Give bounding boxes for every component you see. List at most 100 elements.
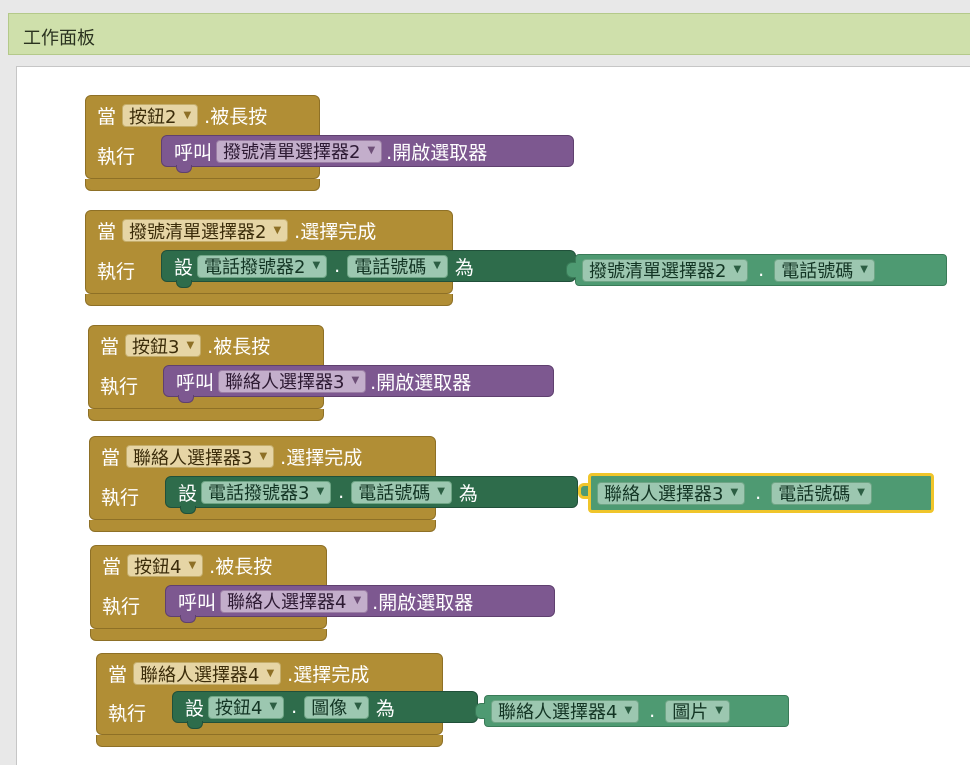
component-dropdown[interactable]: 按鈕2 ▼	[122, 104, 199, 128]
component-dropdown[interactable]: 撥號清單選擇器2 ▼	[122, 219, 289, 243]
dropdown-value: 聯絡人選擇器3	[133, 447, 253, 469]
dropdown-value: 電話號碼	[354, 257, 427, 278]
dropdown-value: 電話撥號器2	[204, 257, 306, 278]
event-name: .被長按	[209, 556, 273, 578]
to-keyword: 為	[458, 482, 478, 505]
property-dropdown[interactable]: 電話號碼 ▼	[351, 480, 452, 504]
connector-notch	[178, 395, 194, 403]
chevron-down-icon: ▼	[367, 145, 376, 156]
set-keyword: 設	[185, 697, 205, 720]
component-dropdown[interactable]: 聯絡人選擇器3 ▼	[218, 369, 367, 393]
chevron-down-icon: ▼	[269, 701, 278, 712]
call-block-open[interactable]: 呼叫 聯絡人選擇器3 ▼ .開啟選取器	[163, 365, 554, 403]
chevron-down-icon: ▼	[437, 486, 445, 497]
dropdown-value: 電話號碼	[358, 483, 431, 504]
chevron-down-icon: ▼	[353, 595, 362, 606]
event-block-foot	[85, 179, 320, 191]
property-dropdown[interactable]: 電話號碼 ▼	[347, 254, 448, 278]
call-keyword: 呼叫	[176, 371, 215, 394]
when-keyword: 當	[108, 664, 128, 686]
connector-plug	[578, 483, 588, 499]
dropdown-value: 按鈕4	[215, 698, 263, 719]
connector-plug	[475, 703, 485, 719]
connector-notch	[176, 165, 192, 173]
do-keyword: 執行	[100, 376, 139, 398]
call-block-open[interactable]: 呼叫 撥號清單選擇器2 ▼ .開啟選取器	[161, 135, 574, 173]
getter-block-phone-number[interactable]: 撥號清單選擇器2 ▼ . 電話號碼 ▼	[566, 254, 947, 286]
chevron-down-icon: ▼	[351, 375, 360, 386]
connector-notch	[176, 280, 192, 288]
chevron-down-icon: ▼	[259, 450, 268, 462]
dropdown-value: 聯絡人選擇器4	[227, 592, 347, 613]
call-block-open[interactable]: 呼叫 聯絡人選擇器4 ▼ .開啟選取器	[165, 585, 555, 623]
component-dropdown[interactable]: 電話撥號器3 ▼	[201, 480, 332, 504]
component-dropdown[interactable]: 聯絡人選擇器4 ▼	[220, 589, 369, 613]
event-name: .選擇完成	[294, 221, 377, 243]
when-keyword: 當	[97, 106, 117, 128]
component-dropdown[interactable]: 聯絡人選擇器3 ▼	[597, 481, 746, 505]
event-name: .被長按	[204, 106, 268, 128]
getter-block-phone-number-selected[interactable]: 聯絡人選擇器3 ▼ . 電話號碼 ▼	[578, 473, 934, 513]
do-keyword: 執行	[101, 487, 140, 509]
dropdown-value: 聯絡人選擇器4	[140, 664, 260, 686]
chevron-down-icon: ▼	[312, 260, 321, 271]
event-block-foot	[89, 520, 436, 532]
dropdown-value: 聯絡人選擇器3	[604, 484, 724, 505]
dropdown-value: 圖像	[311, 698, 348, 719]
call-keyword: 呼叫	[178, 591, 217, 614]
event-name: .選擇完成	[280, 447, 363, 469]
when-keyword: 當	[102, 556, 122, 578]
set-block-phone-number[interactable]: 設 電話撥號器2 ▼ . 電話號碼 ▼ 為	[161, 250, 576, 288]
to-keyword: 為	[375, 697, 395, 720]
workspace-panel-header: 工作面板	[8, 13, 970, 55]
property-dropdown[interactable]: 圖片 ▼	[665, 699, 730, 723]
property-dropdown[interactable]: 電話號碼 ▼	[771, 481, 872, 505]
getter-block-picture[interactable]: 聯絡人選擇器4 ▼ . 圖片 ▼	[475, 695, 789, 727]
dot-separator: .	[338, 481, 345, 503]
chevron-down-icon: ▼	[354, 701, 362, 712]
chevron-down-icon: ▼	[266, 667, 275, 679]
chevron-down-icon: ▼	[624, 705, 633, 716]
chevron-down-icon: ▼	[733, 264, 742, 275]
when-keyword: 當	[100, 336, 120, 358]
method-name: .開啟選取器	[372, 591, 474, 614]
dot-separator: .	[755, 482, 762, 504]
component-dropdown[interactable]: 按鈕3 ▼	[125, 334, 202, 358]
component-dropdown[interactable]: 聯絡人選擇器4 ▼	[133, 662, 282, 686]
method-name: .開啟選取器	[386, 141, 488, 164]
dropdown-value: 撥號清單選擇器2	[129, 221, 267, 243]
event-name: .被長按	[207, 336, 271, 358]
method-name: .開啟選取器	[370, 371, 472, 394]
event-name: .選擇完成	[287, 664, 370, 686]
property-dropdown[interactable]: 圖像 ▼	[304, 695, 369, 719]
connector-notch	[187, 721, 203, 729]
component-dropdown[interactable]: 按鈕4 ▼	[127, 554, 204, 578]
set-keyword: 設	[174, 256, 194, 279]
component-dropdown[interactable]: 按鈕4 ▼	[208, 695, 285, 719]
component-dropdown[interactable]: 撥號清單選擇器2 ▼	[216, 139, 383, 163]
component-dropdown[interactable]: 撥號清單選擇器2 ▼	[582, 258, 749, 282]
call-keyword: 呼叫	[174, 141, 213, 164]
dot-separator: .	[291, 696, 298, 718]
chevron-down-icon: ▼	[860, 264, 868, 275]
component-dropdown[interactable]: 聯絡人選擇器3 ▼	[126, 445, 275, 469]
chevron-down-icon: ▼	[316, 486, 325, 497]
do-keyword: 執行	[97, 146, 136, 168]
chevron-down-icon: ▼	[273, 224, 282, 236]
dropdown-value: 圖片	[672, 702, 709, 723]
set-block-phone-number[interactable]: 設 電話撥號器3 ▼ . 電話號碼 ▼ 為	[165, 476, 578, 514]
dot-separator: .	[649, 700, 656, 722]
do-keyword: 執行	[102, 596, 141, 618]
property-dropdown[interactable]: 電話號碼 ▼	[774, 258, 875, 282]
do-keyword: 執行	[97, 261, 136, 283]
set-block-image[interactable]: 設 按鈕4 ▼ . 圖像 ▼ 為	[172, 691, 478, 729]
dropdown-value: 電話號碼	[778, 484, 851, 505]
component-dropdown[interactable]: 聯絡人選擇器4 ▼	[491, 699, 640, 723]
set-keyword: 設	[178, 482, 198, 505]
to-keyword: 為	[454, 256, 474, 279]
chevron-down-icon: ▼	[183, 109, 192, 121]
event-block-foot	[96, 735, 443, 747]
dropdown-value: 聯絡人選擇器3	[225, 372, 345, 393]
component-dropdown[interactable]: 電話撥號器2 ▼	[197, 254, 328, 278]
blocks-workspace[interactable]: 當 按鈕2 ▼ .被長按 執行 呼叫 撥號清單選擇器2 ▼ .開啟選取器 當 撥號清…	[16, 66, 970, 765]
